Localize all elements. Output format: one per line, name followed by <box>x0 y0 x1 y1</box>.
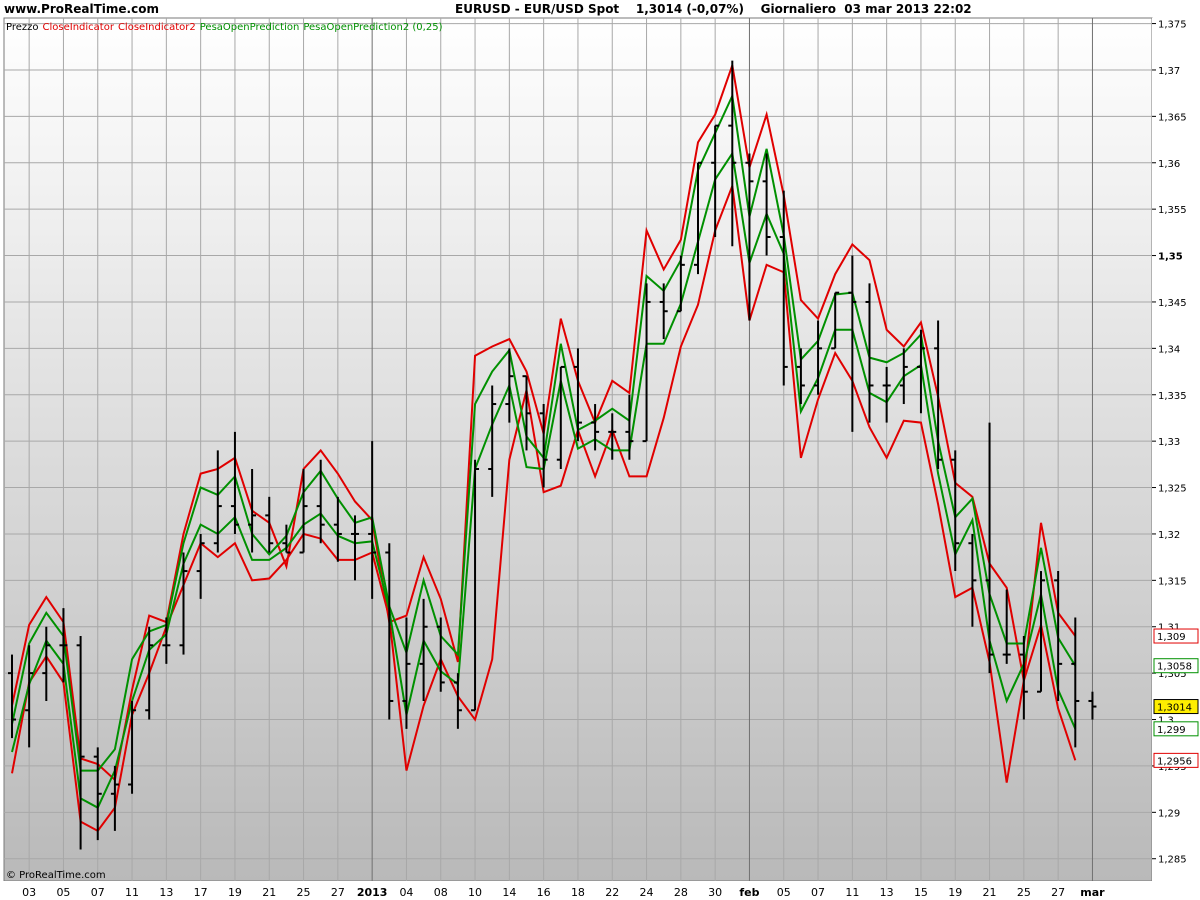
y-tick-label: 1,355 <box>1158 205 1187 216</box>
x-tick-label: 15 <box>914 886 928 899</box>
x-tick-label: 11 <box>845 886 859 899</box>
price-tag-label: 1,2956 <box>1157 756 1192 767</box>
copyright-label: © ProRealTime.com <box>6 870 106 881</box>
x-tick-label: 19 <box>948 886 962 899</box>
x-tick-label: 05 <box>777 886 791 899</box>
x-tick-label: 24 <box>640 886 654 899</box>
x-tick-label: 21 <box>262 886 276 899</box>
x-tick-label: 2013 <box>357 886 388 899</box>
x-tick-label: 16 <box>537 886 551 899</box>
y-tick-label: 1,36 <box>1158 159 1180 170</box>
x-tick-label: 13 <box>880 886 894 899</box>
price-tag: 1,299 <box>1153 721 1199 737</box>
price-tag-label: 1,309 <box>1157 632 1186 643</box>
x-tick-label: 08 <box>434 886 448 899</box>
y-tick-label: 1,375 <box>1158 20 1187 31</box>
chart-window: www.ProRealTime.com EURUSD - EUR/USD Spo… <box>0 0 1200 900</box>
y-tick-label: 1,33 <box>1158 437 1180 448</box>
x-tick-label: 25 <box>1017 886 1031 899</box>
price-tag: 1,3014 <box>1153 699 1199 715</box>
x-tick-label: 21 <box>983 886 997 899</box>
x-tick-label: 30 <box>708 886 722 899</box>
x-tick-label: 05 <box>56 886 70 899</box>
x-tick-label: 27 <box>331 886 345 899</box>
legend-item[interactable]: PesaOpenPrediction2 (0,25) <box>303 22 442 33</box>
price-tag-label: 1,299 <box>1157 725 1186 736</box>
x-tick-label: 14 <box>502 886 516 899</box>
x-tick-label: 28 <box>674 886 688 899</box>
x-tick-label: 25 <box>297 886 311 899</box>
price-tag-label: 1,3014 <box>1157 703 1192 714</box>
x-tick-label: 17 <box>194 886 208 899</box>
price-tag: 1,309 <box>1153 628 1199 644</box>
price-tag-label: 1,3058 <box>1157 662 1192 673</box>
y-tick-label: 1,285 <box>1158 855 1187 866</box>
x-tick-label: 18 <box>571 886 585 899</box>
legend-item[interactable]: CloseIndicator2 <box>118 22 196 33</box>
x-tick-label: 03 <box>22 886 36 899</box>
legend-item[interactable]: Prezzo <box>6 22 39 33</box>
x-tick-label: 13 <box>159 886 173 899</box>
x-tick-label: 27 <box>1051 886 1065 899</box>
y-tick-label: 1,35 <box>1158 252 1183 263</box>
y-tick-label: 1,325 <box>1158 484 1187 495</box>
x-tick-label: 04 <box>399 886 413 899</box>
price-tag: 1,3058 <box>1153 658 1199 674</box>
price-tag: 1,2956 <box>1153 752 1199 768</box>
legend-item[interactable]: CloseIndicator <box>43 22 115 33</box>
y-tick-label: 1,365 <box>1158 112 1187 123</box>
y-tick-label: 1,37 <box>1158 66 1180 77</box>
y-tick-label: 1,29 <box>1158 808 1180 819</box>
y-tick-label: 1,32 <box>1158 530 1180 541</box>
x-tick-label: 07 <box>91 886 105 899</box>
x-tick-label: mar <box>1080 886 1105 899</box>
legend-item[interactable]: PesaOpenPrediction <box>200 22 300 33</box>
y-axis-panel <box>1152 18 1200 881</box>
x-tick-label: 10 <box>468 886 482 899</box>
x-tick-label: 11 <box>125 886 139 899</box>
y-tick-label: 1,335 <box>1158 391 1187 402</box>
price-chart[interactable]: 1,375 1,37 1,365 1,36 1,355 1,35 1,345 1,34 1,33… <box>0 0 1200 900</box>
x-tick-label: 22 <box>605 886 619 899</box>
x-tick-label: feb <box>739 886 759 899</box>
y-tick-label: 1,315 <box>1158 576 1187 587</box>
y-tick-label: 1,345 <box>1158 298 1187 309</box>
x-tick-label: 07 <box>811 886 825 899</box>
x-tick-label: 19 <box>228 886 242 899</box>
y-tick-label: 1,34 <box>1158 344 1180 355</box>
